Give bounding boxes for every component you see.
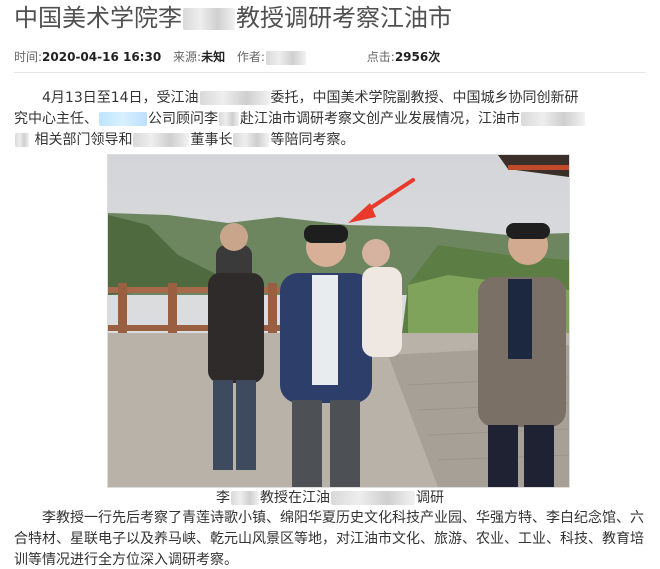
photo-caption: 李 教授在江油 调研 bbox=[0, 489, 660, 507]
text-run: 相关部门领导和 bbox=[34, 132, 133, 148]
redaction-mark bbox=[219, 112, 239, 126]
paragraph-line: 合特材、星联电子以及养马峡、乾元山风景区等地，对江油市文化、旅游、农业、工业、科… bbox=[14, 531, 644, 547]
photo-illustration bbox=[108, 155, 569, 487]
caption-text: 教授在江油 bbox=[260, 490, 330, 506]
paragraph-body: 李教授一行先后考察了青莲诗歌小镇、绵阳华夏历史文化科技产业园、华强方特、李白纪念… bbox=[14, 508, 654, 569]
paragraph-line: 训等情况进行全方位深入调研考察。 bbox=[14, 552, 238, 568]
redaction-mark bbox=[331, 491, 415, 505]
paragraph-intro: 4月13日至14日，受江油 委托，中国美术学院副教授、中国城乡协同创新研 究中心主… bbox=[14, 88, 654, 151]
redaction-mark bbox=[15, 133, 29, 147]
redaction-mark bbox=[199, 91, 270, 105]
text-run: 委托，中国美术学院副教授、中国城乡协同创新研 bbox=[270, 90, 579, 106]
redaction-mark bbox=[99, 112, 147, 126]
caption-text: 调研 bbox=[416, 490, 444, 506]
title-part-1: 中国美术学院李 bbox=[14, 4, 182, 32]
text-run: 赴江油市调研考察文创产业发展情况，江油市 bbox=[240, 111, 520, 127]
source-value: 未知 bbox=[201, 50, 226, 64]
paragraph-line: 相关部门领导和 董事长 等陪同考察。 bbox=[14, 130, 654, 151]
source-label: 来源: bbox=[173, 50, 202, 64]
text-run: 公司顾问李 bbox=[148, 111, 218, 127]
redaction-mark bbox=[231, 491, 259, 505]
paragraph-line: 4月13日至14日，受江油 委托，中国美术学院副教授、中国城乡协同创新研 bbox=[14, 88, 654, 109]
views-label: 点击: bbox=[366, 50, 395, 64]
article-meta: 时间:2020-04-16 16:30 来源:未知 作者: 点击:2956次 bbox=[14, 48, 440, 65]
title-part-2: 教授调研考察江油市 bbox=[236, 4, 452, 32]
paragraph-line: 李教授一行先后考察了青莲诗歌小镇、绵阳华夏历史文化科技产业园、华强方特、李白纪念… bbox=[42, 510, 644, 526]
caption-text: 李 bbox=[216, 490, 230, 506]
redaction-mark bbox=[183, 8, 235, 30]
paragraph-line: 究中心主任、 公司顾问李 赴江油市调研考察文创产业发展情况，江油市 bbox=[14, 109, 654, 130]
text-run: 究中心主任、 bbox=[14, 111, 98, 127]
redaction-mark bbox=[133, 133, 190, 147]
text-run: 4月13日至14日，受江油 bbox=[42, 90, 199, 106]
article-title: 中国美术学院李 教授调研考察江油市 bbox=[14, 2, 452, 34]
views-value: 2956次 bbox=[394, 50, 441, 64]
author-label: 作者: bbox=[236, 50, 265, 64]
redaction-mark bbox=[233, 133, 270, 147]
text-run: 等陪同考察。 bbox=[270, 132, 355, 148]
divider bbox=[14, 72, 646, 73]
redaction-mark bbox=[265, 50, 306, 65]
redaction-mark bbox=[521, 112, 585, 126]
text-run: 董事长 bbox=[190, 132, 233, 148]
time-value: 2020-04-16 16:30 bbox=[42, 50, 162, 64]
article-page: 中国美术学院李 教授调研考察江油市 时间:2020-04-16 16:30 来源:… bbox=[0, 0, 660, 569]
article-photo bbox=[107, 154, 570, 488]
time-label: 时间: bbox=[14, 50, 43, 64]
